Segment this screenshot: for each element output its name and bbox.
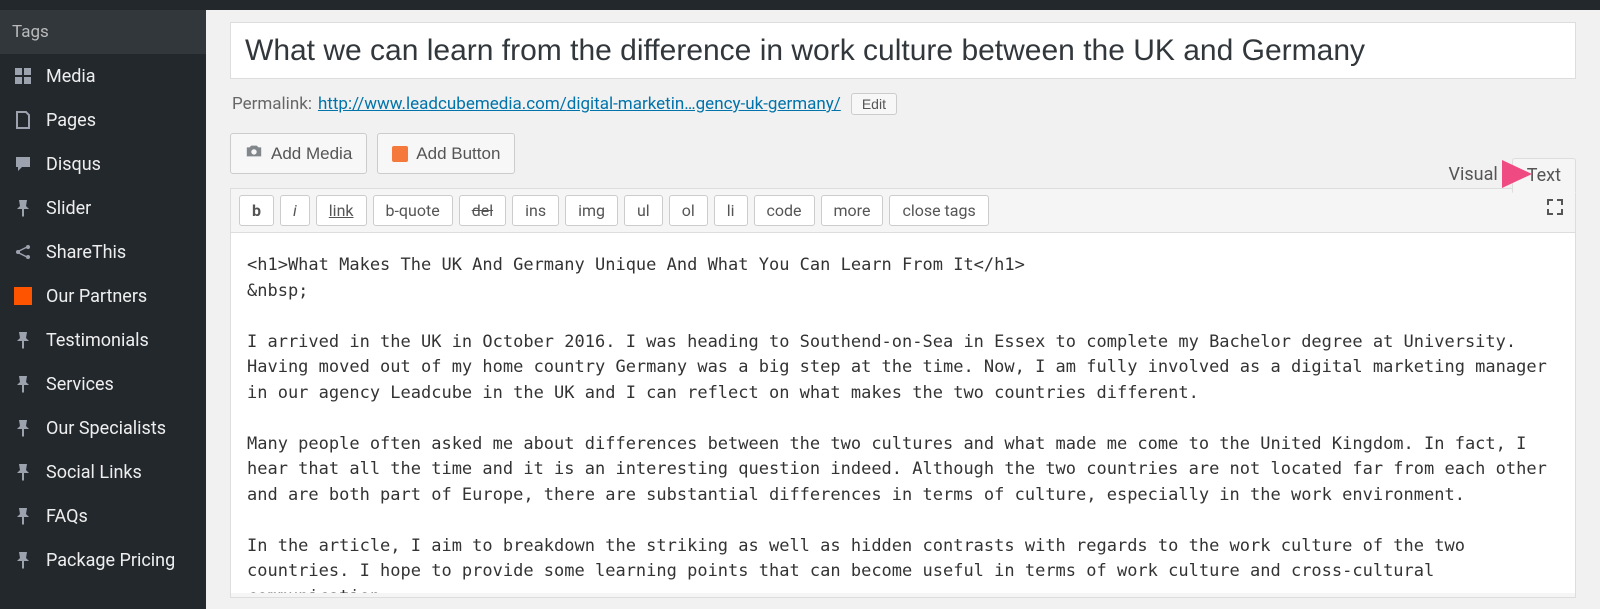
- sidebar-item-label: Slider: [46, 198, 91, 219]
- sidebar-item-label: Our Specialists: [46, 418, 166, 439]
- tool-del-button[interactable]: del: [459, 195, 506, 226]
- add-media-button[interactable]: Add Media: [230, 133, 367, 174]
- tool-more-button[interactable]: more: [821, 195, 884, 226]
- sidebar-item-label: Media: [46, 66, 96, 87]
- tool-code-button[interactable]: code: [754, 195, 815, 226]
- sidebar-item-label: Pages: [46, 110, 96, 131]
- sidebar-item-specialists[interactable]: Our Specialists: [0, 406, 206, 450]
- sidebar-item-slider[interactable]: Slider: [0, 186, 206, 230]
- pin-icon: [12, 461, 34, 483]
- sidebar-item-pages[interactable]: Pages: [0, 98, 206, 142]
- sidebar-item-media[interactable]: Media: [0, 54, 206, 98]
- admin-sidebar: Tags Media Pages Disqus Slider ShareThis…: [0, 10, 206, 609]
- sidebar-item-label: Package Pricing: [46, 550, 175, 571]
- sidebar-item-label: ShareThis: [46, 242, 126, 263]
- permalink-label: Permalink:: [232, 94, 312, 114]
- button-label: Add Media: [271, 144, 352, 164]
- button-label: Add Button: [416, 144, 500, 164]
- add-button-button[interactable]: Add Button: [377, 133, 515, 174]
- sidebar-item-label: Services: [46, 374, 114, 395]
- sidebar-item-testimonials[interactable]: Testimonials: [0, 318, 206, 362]
- tab-visual[interactable]: Visual: [1435, 158, 1512, 193]
- tool-italic-button[interactable]: i: [280, 195, 310, 226]
- chat-icon: [12, 153, 34, 175]
- tool-bquote-button[interactable]: b-quote: [373, 195, 453, 226]
- tool-li-button[interactable]: li: [714, 195, 748, 226]
- pin-icon: [12, 197, 34, 219]
- pin-icon: [12, 417, 34, 439]
- sidebar-item-faqs[interactable]: FAQs: [0, 494, 206, 538]
- sidebar-item-label: Social Links: [46, 462, 142, 483]
- text-editor-toolbar: b i link b-quote del ins img ul ol li co…: [231, 189, 1575, 233]
- post-title-input[interactable]: [230, 22, 1576, 79]
- sidebar-item-label: Tags: [12, 22, 49, 42]
- permalink-link[interactable]: http://www.leadcubemedia.com/digital-mar…: [318, 94, 841, 114]
- camera-icon: [245, 142, 263, 165]
- pin-icon: [12, 373, 34, 395]
- sidebar-item-tags[interactable]: Tags: [0, 10, 206, 54]
- sidebar-item-social-links[interactable]: Social Links: [0, 450, 206, 494]
- sidebar-item-sharethis[interactable]: ShareThis: [0, 230, 206, 274]
- editor-box: b i link b-quote del ins img ul ol li co…: [230, 188, 1576, 598]
- square-orange-icon: [12, 285, 34, 307]
- pages-icon: [12, 109, 34, 131]
- media-button-row: Add Media Add Button: [230, 133, 1576, 174]
- pin-icon: [12, 329, 34, 351]
- main-content: Permalink: http://www.leadcubemedia.com/…: [206, 10, 1600, 609]
- tool-ol-button[interactable]: ol: [669, 195, 708, 226]
- pin-icon: [12, 505, 34, 527]
- tool-img-button[interactable]: img: [565, 195, 618, 226]
- editor-tabs: Visual Text: [1435, 158, 1576, 193]
- sidebar-item-label: Disqus: [46, 154, 101, 175]
- tool-link-button[interactable]: link: [316, 195, 367, 226]
- tool-bold-button[interactable]: b: [239, 195, 274, 226]
- sidebar-item-disqus[interactable]: Disqus: [0, 142, 206, 186]
- admin-top-bar: [0, 0, 1600, 10]
- tab-text[interactable]: Text: [1512, 158, 1576, 193]
- tool-ins-button[interactable]: ins: [512, 195, 559, 226]
- share-icon: [12, 241, 34, 263]
- app-container: Tags Media Pages Disqus Slider ShareThis…: [0, 10, 1600, 609]
- tool-ul-button[interactable]: ul: [624, 195, 663, 226]
- media-icon: [12, 65, 34, 87]
- permalink-row: Permalink: http://www.leadcubemedia.com/…: [232, 93, 1574, 115]
- sidebar-item-package-pricing[interactable]: Package Pricing: [0, 538, 206, 582]
- post-content-textarea[interactable]: [231, 233, 1575, 593]
- sidebar-item-services[interactable]: Services: [0, 362, 206, 406]
- edit-permalink-button[interactable]: Edit: [851, 93, 897, 115]
- sidebar-item-partners[interactable]: Our Partners: [0, 274, 206, 318]
- tool-close-tags-button[interactable]: close tags: [889, 195, 988, 226]
- sidebar-item-label: FAQs: [46, 506, 88, 527]
- sidebar-item-label: Our Partners: [46, 286, 147, 307]
- pin-icon: [12, 549, 34, 571]
- sidebar-item-label: Testimonials: [46, 330, 149, 351]
- orange-square-icon: [392, 146, 408, 162]
- fullscreen-icon[interactable]: [1545, 197, 1565, 221]
